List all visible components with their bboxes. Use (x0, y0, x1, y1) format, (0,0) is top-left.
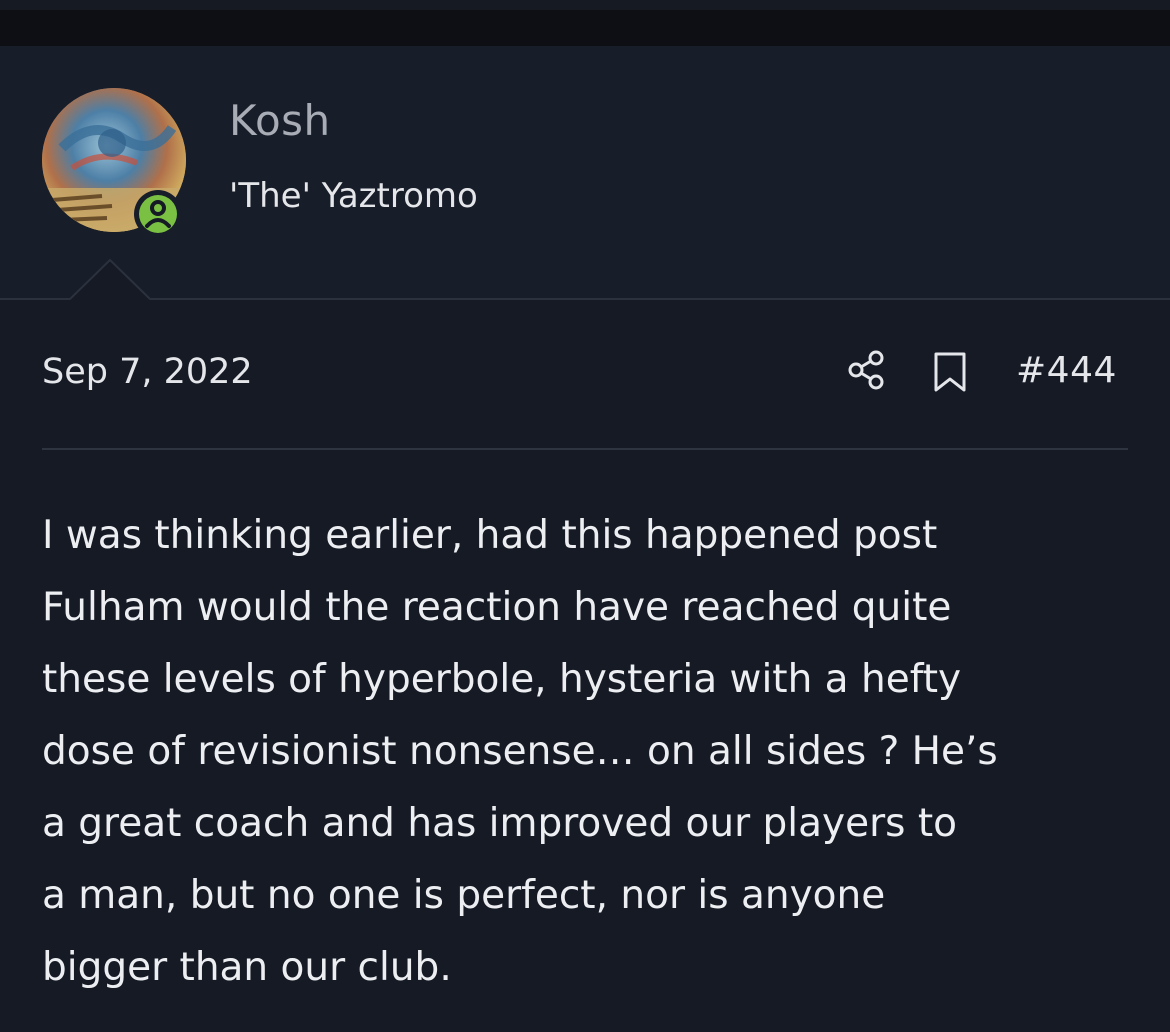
post-date[interactable]: Sep 7, 2022 (42, 352, 253, 392)
author-name[interactable]: Kosh (229, 96, 331, 145)
bookmark-button[interactable] (930, 350, 970, 394)
bookmark-icon (934, 352, 966, 392)
author-user-title: 'The' Yaztromo (229, 176, 478, 216)
top-bar-edge (0, 0, 1170, 10)
top-bar (0, 0, 1170, 46)
post-body-text: I was thinking earlier, had this happene… (42, 513, 998, 990)
post-number-link[interactable]: #444 (1016, 350, 1117, 391)
share-icon (848, 350, 884, 390)
share-button[interactable] (846, 348, 890, 392)
author-pointer-arrow (69, 258, 160, 302)
author-divider (0, 298, 1170, 300)
post-header-divider (42, 448, 1128, 450)
online-status-badge (134, 190, 182, 238)
online-status-icon (139, 195, 177, 233)
